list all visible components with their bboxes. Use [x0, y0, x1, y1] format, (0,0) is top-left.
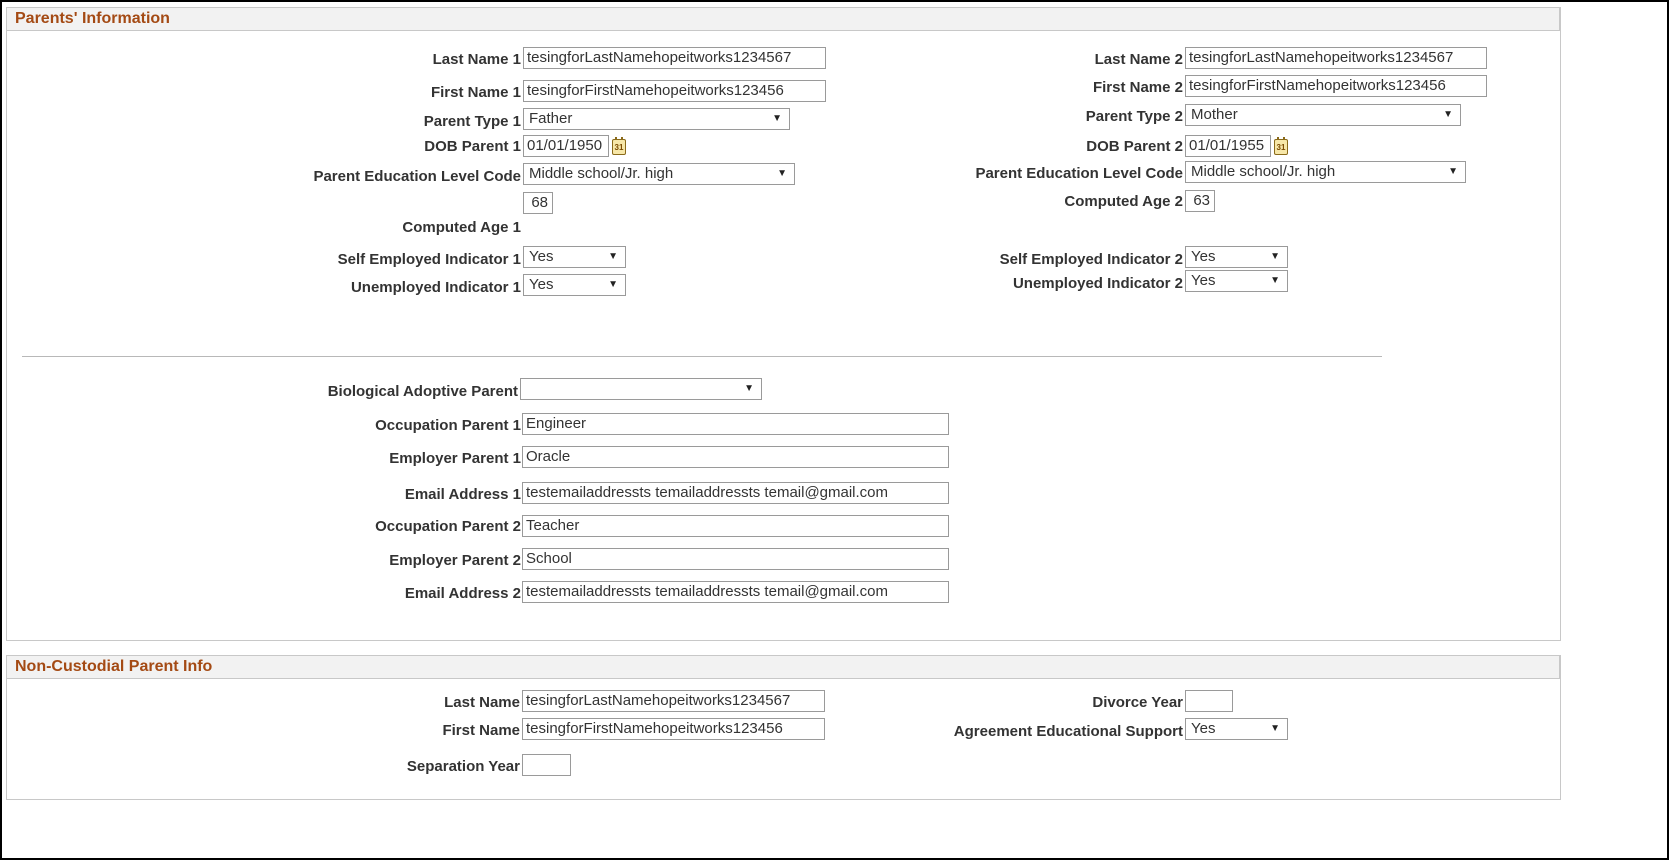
- nc-last-name-input[interactable]: tesingforLastNamehopeitworks1234567: [522, 690, 825, 712]
- parents-information-section: [6, 7, 1561, 641]
- agreement-educational-support-label: Agreement Educational Support: [953, 723, 1183, 740]
- chevron-down-icon: ▼: [608, 251, 618, 262]
- separation-year-label: Separation Year: [406, 758, 520, 775]
- first-name-1-label: First Name 1: [430, 84, 521, 101]
- occupation-parent-1-input[interactable]: Engineer: [522, 413, 949, 435]
- parent-type-1-value: Father: [529, 110, 573, 127]
- unemployed-2-value: Yes: [1191, 272, 1216, 289]
- non-custodial-header: Non-Custodial Parent Info: [6, 655, 1560, 679]
- parent-type-2-select[interactable]: Mother ▼: [1185, 104, 1461, 126]
- chevron-down-icon: ▼: [1270, 251, 1280, 262]
- self-employed-2-label: Self Employed Indicator 2: [999, 251, 1183, 268]
- parent-type-2-label: Parent Type 2: [1085, 108, 1183, 125]
- nc-first-name-label: First Name: [442, 722, 520, 739]
- unemployed-1-label: Unemployed Indicator 1: [350, 279, 521, 296]
- chevron-down-icon: ▼: [608, 279, 618, 290]
- calendar-icon[interactable]: 31: [1274, 137, 1288, 155]
- employer-parent-2-input[interactable]: School: [522, 548, 949, 570]
- edu-level-2-value: Middle school/Jr. high: [1191, 163, 1336, 180]
- computed-age-1-field: 68: [523, 192, 553, 214]
- occupation-parent-2-input[interactable]: Teacher: [522, 515, 949, 537]
- parent-type-2-value: Mother: [1191, 106, 1238, 123]
- email-address-1-input[interactable]: testemailaddressts temailaddressts temai…: [522, 482, 949, 504]
- nc-last-name-label: Last Name: [444, 694, 520, 711]
- agreement-educational-support-value: Yes: [1191, 720, 1216, 737]
- chevron-down-icon: ▼: [772, 113, 782, 124]
- nc-first-name-input[interactable]: tesingforFirstNamehopeitworks123456: [522, 718, 825, 740]
- last-name-2-input[interactable]: tesingforLastNamehopeitworks1234567: [1185, 47, 1487, 69]
- last-name-1-label: Last Name 1: [432, 51, 521, 68]
- chevron-down-icon: ▼: [1448, 166, 1458, 177]
- email-address-1-label: Email Address 1: [404, 486, 521, 503]
- chevron-down-icon: ▼: [1270, 723, 1280, 734]
- edu-level-1-value: Middle school/Jr. high: [529, 165, 674, 182]
- parent-type-1-label: Parent Type 1: [423, 113, 521, 130]
- dob-parent-2-label: DOB Parent 2: [1086, 138, 1183, 155]
- employer-parent-1-input[interactable]: Oracle: [522, 446, 949, 468]
- edu-level-2-select[interactable]: Middle school/Jr. high ▼: [1185, 161, 1466, 183]
- self-employed-2-select[interactable]: Yes ▼: [1185, 246, 1288, 268]
- self-employed-1-select[interactable]: Yes ▼: [523, 246, 626, 268]
- unemployed-1-select[interactable]: Yes ▼: [523, 274, 626, 296]
- section-divider: [22, 356, 1382, 357]
- chevron-down-icon: ▼: [777, 168, 787, 179]
- self-employed-1-value: Yes: [529, 248, 554, 265]
- computed-age-2-field: 63: [1185, 190, 1215, 212]
- chevron-down-icon: ▼: [1270, 275, 1280, 286]
- divorce-year-label: Divorce Year: [1092, 694, 1183, 711]
- occupation-parent-1-label: Occupation Parent 1: [375, 417, 521, 434]
- parent-type-1-select[interactable]: Father ▼: [523, 108, 790, 130]
- computed-age-1-label: Computed Age 1: [402, 219, 521, 236]
- employer-parent-2-label: Employer Parent 2: [389, 552, 521, 569]
- edu-level-2-label: Parent Education Level Code: [975, 165, 1183, 182]
- parents-information-header: Parents' Information: [6, 7, 1560, 31]
- edu-level-1-select[interactable]: Middle school/Jr. high ▼: [523, 163, 795, 185]
- unemployed-2-select[interactable]: Yes ▼: [1185, 270, 1288, 292]
- first-name-2-input[interactable]: tesingforFirstNamehopeitworks123456: [1185, 75, 1487, 97]
- last-name-1-input[interactable]: tesingforLastNamehopeitworks1234567: [523, 47, 826, 69]
- first-name-2-label: First Name 2: [1092, 79, 1183, 96]
- email-address-2-label: Email Address 2: [404, 585, 521, 602]
- separation-year-input[interactable]: [522, 754, 571, 776]
- email-address-2-input[interactable]: testemailaddressts temailaddressts temai…: [522, 581, 949, 603]
- chevron-down-icon: ▼: [744, 383, 754, 394]
- first-name-1-input[interactable]: tesingforFirstNamehopeitworks123456: [523, 80, 826, 102]
- unemployed-2-label: Unemployed Indicator 2: [1012, 275, 1183, 292]
- agreement-educational-support-select[interactable]: Yes ▼: [1185, 718, 1288, 740]
- chevron-down-icon: ▼: [1443, 109, 1453, 120]
- dob-parent-1-label: DOB Parent 1: [424, 138, 521, 155]
- dob-parent-1-input[interactable]: 01/01/1950: [523, 135, 609, 157]
- calendar-icon[interactable]: 31: [612, 137, 626, 155]
- edu-level-1-label: Parent Education Level Code: [313, 168, 521, 185]
- biological-adoptive-select[interactable]: ▼: [520, 378, 762, 400]
- biological-adoptive-label: Biological Adoptive Parent: [327, 383, 518, 400]
- self-employed-2-value: Yes: [1191, 248, 1216, 265]
- divorce-year-input[interactable]: [1185, 690, 1233, 712]
- last-name-2-label: Last Name 2: [1094, 51, 1183, 68]
- occupation-parent-2-label: Occupation Parent 2: [375, 518, 521, 535]
- self-employed-1-label: Self Employed Indicator 1: [337, 251, 521, 268]
- unemployed-1-value: Yes: [529, 276, 554, 293]
- employer-parent-1-label: Employer Parent 1: [389, 450, 521, 467]
- computed-age-2-label: Computed Age 2: [1064, 193, 1183, 210]
- dob-parent-2-input[interactable]: 01/01/1955: [1185, 135, 1271, 157]
